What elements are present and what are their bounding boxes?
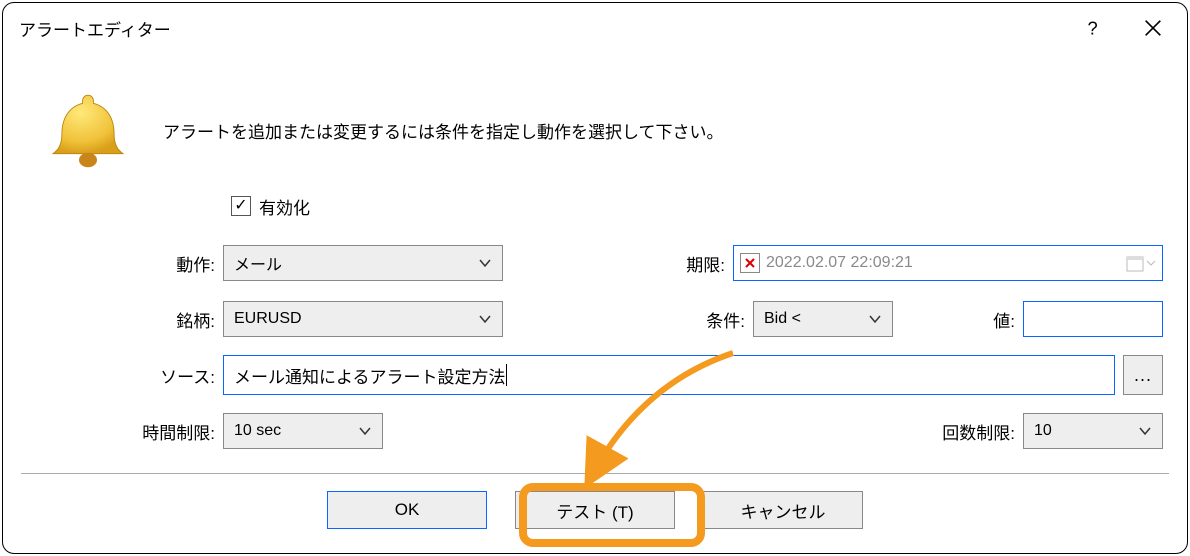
action-value: メール	[234, 251, 282, 275]
help-icon: ?	[1082, 17, 1104, 39]
close-icon	[1142, 17, 1164, 39]
chevron-down-icon	[358, 424, 372, 438]
countlimit-value: 10	[1034, 422, 1052, 440]
condition-value: Bid <	[764, 310, 801, 328]
cancel-button[interactable]: キャンセル	[703, 491, 863, 529]
label-value: 値:	[973, 307, 1023, 332]
deadline-value: 2022.02.07 22:09:21	[766, 254, 913, 272]
label-symbol: 銘柄:	[103, 307, 223, 332]
condition-select[interactable]: Bid <	[753, 301, 893, 337]
deadline-input[interactable]: 2022.02.07 22:09:21	[733, 245, 1163, 281]
help-button[interactable]: ?	[1063, 8, 1123, 48]
x-icon	[744, 257, 756, 269]
symbol-value: EURUSD	[234, 310, 302, 328]
svg-text:?: ?	[1088, 17, 1098, 38]
enable-row: ✓ 有効化	[103, 188, 1163, 224]
alert-editor-dialog: アラートエディター ? アラートを追加または変更するには条件を指定	[2, 2, 1188, 554]
label-condition: 条件:	[673, 307, 753, 332]
timelimit-value: 10 sec	[234, 422, 281, 440]
check-icon: ✓	[234, 198, 247, 214]
instruction-text: アラートを追加または変更するには条件を指定し動作を選択して下さい。	[163, 118, 724, 143]
label-timelimit: 時間制限:	[103, 419, 223, 444]
chevron-down-icon	[478, 256, 492, 270]
titlebar: アラートエディター ?	[3, 3, 1187, 53]
text-cursor	[506, 364, 507, 386]
source-value: メール通知によるアラート設定方法	[234, 363, 506, 388]
separator	[21, 473, 1169, 474]
form-area: ✓ 有効化 動作: メール 期限: 2022.02.07 22:09:21	[103, 188, 1163, 466]
row-timelimit-countlimit: 時間制限: 10 sec 回数制限: 10	[103, 410, 1163, 452]
bell-icon	[43, 88, 133, 178]
enable-checkbox[interactable]: ✓	[231, 196, 251, 216]
label-source: ソース:	[103, 363, 223, 388]
chevron-down-icon	[1146, 258, 1156, 268]
enable-label: 有効化	[259, 194, 310, 219]
row-source: ソース: メール通知によるアラート設定方法 ...	[103, 354, 1163, 396]
row-symbol-condition: 銘柄: EURUSD 条件: Bid < 値:	[103, 298, 1163, 340]
label-action: 動作:	[103, 251, 223, 276]
row-action-deadline: 動作: メール 期限: 2022.02.07 22:09:21	[103, 242, 1163, 284]
countlimit-select[interactable]: 10	[1023, 413, 1163, 449]
source-browse-button[interactable]: ...	[1123, 355, 1163, 395]
timelimit-select[interactable]: 10 sec	[223, 413, 383, 449]
more-label: ...	[1134, 365, 1152, 386]
ok-label: OK	[395, 500, 420, 520]
test-button[interactable]: テスト (T)	[515, 491, 675, 529]
chevron-down-icon	[478, 312, 492, 326]
calendar-icon	[1126, 254, 1144, 272]
cancel-label: キャンセル	[741, 498, 826, 523]
symbol-select[interactable]: EURUSD	[223, 301, 503, 337]
label-deadline: 期限:	[653, 251, 733, 276]
chevron-down-icon	[868, 312, 882, 326]
button-bar: OK テスト (T) キャンセル	[3, 491, 1187, 529]
calendar-picker[interactable]	[1126, 254, 1156, 272]
value-input[interactable]	[1023, 301, 1163, 337]
action-select[interactable]: メール	[223, 245, 503, 281]
ok-button[interactable]: OK	[327, 491, 487, 529]
clear-date-button[interactable]	[740, 253, 760, 273]
label-countlimit: 回数制限:	[942, 419, 1023, 444]
close-button[interactable]	[1123, 8, 1183, 48]
test-label: テスト (T)	[556, 498, 633, 523]
dialog-title: アラートエディター	[19, 16, 1063, 41]
source-input[interactable]: メール通知によるアラート設定方法	[223, 355, 1115, 395]
chevron-down-icon	[1138, 424, 1152, 438]
